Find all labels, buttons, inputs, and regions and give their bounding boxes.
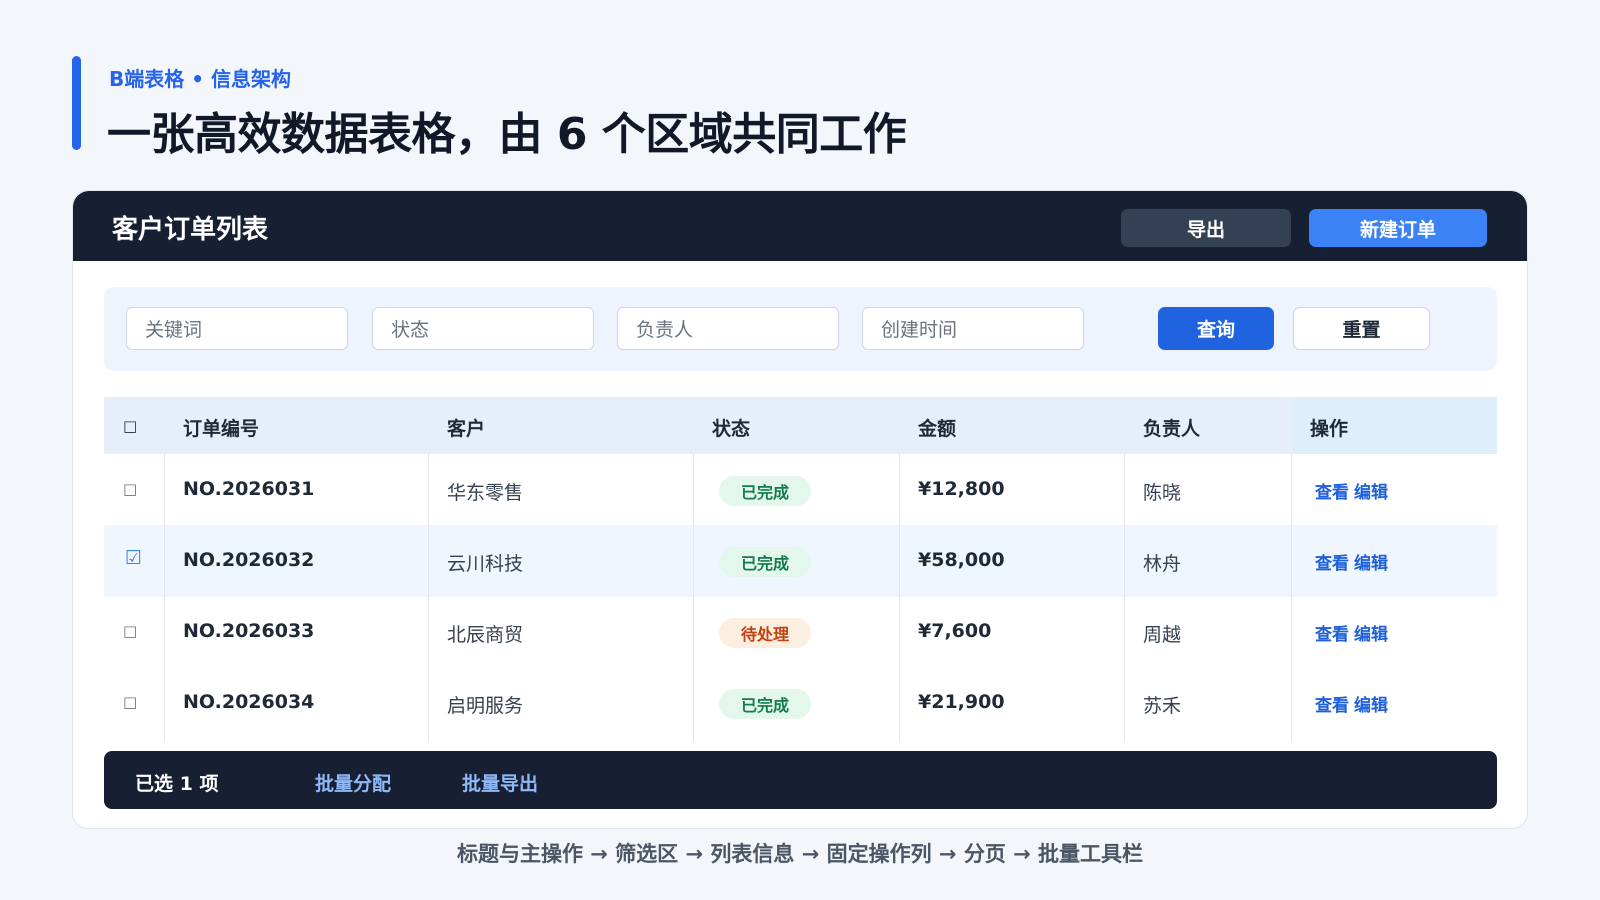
owner-name: 苏禾 [1143,695,1182,717]
view-link[interactable]: 查看 [1315,549,1349,574]
created-time-picker[interactable]: 创建时间 [862,307,1084,350]
status-select[interactable]: 状态 [372,307,594,350]
order-number: NO.2026034 [183,691,315,713]
table-row: □ NO.2026031 华东零售 已完成 ¥12,800 陈晓 查看 编辑 [104,454,1497,526]
row-checkbox[interactable]: □ [123,480,137,498]
view-link[interactable]: 查看 [1315,691,1349,716]
column-divider [428,454,429,741]
table-row: □ NO.2026034 启明服务 已完成 ¥21,900 苏禾 查看 编辑 [104,667,1497,739]
customer-name: 云川科技 [447,553,524,575]
card-header: 客户订单列表 导出 新建订单 [73,191,1527,261]
edit-link[interactable]: 编辑 [1354,478,1388,503]
customer-name: 北辰商贸 [447,624,524,646]
selected-count: 已选 1 项 [135,773,219,795]
status-badge: 已完成 [719,689,811,719]
view-link[interactable]: 查看 [1315,620,1349,645]
owner-name: 周越 [1143,624,1182,646]
column-divider [1291,454,1292,741]
column-header-amount[interactable]: 金额 [918,414,956,441]
column-divider [164,454,165,741]
card-title: 客户订单列表 [112,215,269,245]
eyebrow-label: B端表格 • 信息架构 [109,67,291,91]
table-header-row: □ 订单编号 客户 状态 金额 负责人 操作 [104,397,1497,454]
column-divider [693,454,694,741]
edit-link[interactable]: 编辑 [1354,620,1388,645]
query-button[interactable]: 查询 [1158,307,1274,350]
batch-export-button[interactable]: 批量导出 [462,769,538,796]
hero-accent-bar [72,56,81,150]
flow-caption: 标题与主操作 → 筛选区 → 列表信息 → 固定操作列 → 分页 → 批量工具栏 [456,842,1144,866]
row-checkbox[interactable]: □ [123,693,137,711]
filter-panel: 关键词 状态 负责人 创建时间 查询 重置 [104,287,1497,371]
export-button[interactable]: 导出 [1121,209,1291,247]
order-number: NO.2026031 [183,478,315,500]
customer-name: 启明服务 [447,695,524,717]
column-header-owner[interactable]: 负责人 [1143,414,1200,441]
reset-button[interactable]: 重置 [1293,307,1430,350]
column-divider [899,454,900,741]
select-all-checkbox[interactable]: □ [123,417,137,435]
order-number: NO.2026033 [183,620,315,642]
table-row: ☑ NO.2026032 云川科技 已完成 ¥58,000 林舟 查看 编辑 [104,525,1497,597]
column-header-status[interactable]: 状态 [712,414,750,441]
status-badge: 已完成 [719,476,811,506]
row-checkbox[interactable]: ☑ [125,547,142,569]
owner-select[interactable]: 负责人 [617,307,839,350]
owner-name: 陈晓 [1143,482,1182,504]
status-badge: 已完成 [719,547,811,577]
column-header-actions: 操作 [1310,418,1349,440]
table-row: □ NO.2026033 北辰商贸 待处理 ¥7,600 周越 查看 编辑 [104,596,1497,668]
view-link[interactable]: 查看 [1315,478,1349,503]
batch-toolbar: 已选 1 项 批量分配 批量导出 [104,751,1497,809]
amount: ¥58,000 [918,549,1005,571]
order-number: NO.2026032 [183,549,315,571]
column-divider [1124,454,1125,741]
column-header-customer[interactable]: 客户 [447,414,485,441]
amount: ¥21,900 [918,691,1005,713]
owner-name: 林舟 [1143,553,1182,575]
edit-link[interactable]: 编辑 [1354,691,1388,716]
keyword-input[interactable]: 关键词 [126,307,348,350]
customer-name: 华东零售 [447,482,524,504]
amount: ¥12,800 [918,478,1005,500]
page-headline: 一张高效数据表格，由 6 个区域共同工作 [107,109,907,160]
column-header-order-no[interactable]: 订单编号 [183,414,259,441]
edit-link[interactable]: 编辑 [1354,549,1388,574]
row-checkbox[interactable]: □ [123,622,137,640]
amount: ¥7,600 [918,620,992,642]
order-table-card: 客户订单列表 导出 新建订单 关键词 状态 负责人 创建时间 查询 重置 □ 订… [72,190,1528,829]
new-order-button[interactable]: 新建订单 [1309,209,1487,247]
batch-assign-button[interactable]: 批量分配 [315,769,391,796]
status-badge: 待处理 [719,618,811,648]
